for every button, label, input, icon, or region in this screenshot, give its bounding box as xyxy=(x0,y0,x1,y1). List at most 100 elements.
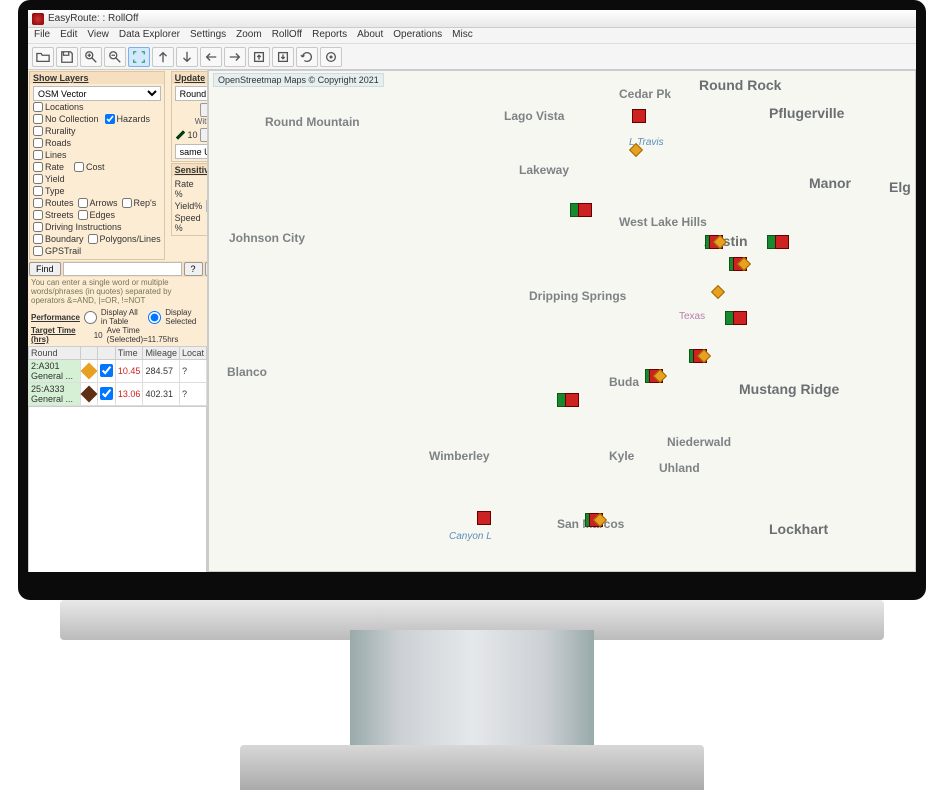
table-row[interactable]: 2:A301 General ... 10.45284.57? xyxy=(29,360,207,383)
col-check[interactable] xyxy=(97,347,115,360)
map-marker[interactable] xyxy=(589,513,605,529)
ave-time-label: Ave Time (Selected)=11.75hrs xyxy=(107,326,204,344)
display-all-radio[interactable] xyxy=(84,311,97,324)
map-marker[interactable] xyxy=(629,143,645,159)
menu-reports[interactable]: Reports xyxy=(312,29,347,42)
round-select[interactable]: Round (blank=Any) xyxy=(175,86,208,101)
map-marker[interactable] xyxy=(733,257,749,273)
monitor-foot xyxy=(240,745,704,790)
city-label: Manor xyxy=(809,175,851,191)
table-row[interactable]: 25:A333 General ... 13.06402.31? xyxy=(29,383,207,406)
chk-type[interactable] xyxy=(33,186,43,196)
col-time[interactable]: Time xyxy=(115,347,143,360)
chk-gpstrail[interactable] xyxy=(33,246,43,256)
lbl-type: Type xyxy=(45,185,65,197)
lbl-reps: Rep's xyxy=(134,197,157,209)
order-button[interactable]: Order xyxy=(200,103,208,117)
menu-settings[interactable]: Settings xyxy=(190,29,226,42)
zoom-out-button[interactable] xyxy=(104,47,126,67)
app-icon xyxy=(32,13,44,25)
map-marker[interactable] xyxy=(649,369,665,385)
save-button[interactable] xyxy=(56,47,78,67)
map-marker[interactable] xyxy=(711,285,727,301)
open-folder-button[interactable] xyxy=(32,47,54,67)
speed-label: Speed % xyxy=(175,213,203,233)
find-help-button[interactable]: ? xyxy=(184,262,203,276)
col-color[interactable] xyxy=(80,347,97,360)
lbl-edges: Edges xyxy=(90,209,116,221)
chk-routes[interactable] xyxy=(33,198,43,208)
pan-down-button[interactable] xyxy=(176,47,198,67)
menu-operations[interactable]: Operations xyxy=(393,29,442,42)
map-marker[interactable] xyxy=(729,311,745,327)
city-label: Cedar Pk xyxy=(619,87,671,101)
menu-bar: File Edit View Data Explorer Settings Zo… xyxy=(28,28,916,44)
chk-driving[interactable] xyxy=(33,222,43,232)
menu-zoom[interactable]: Zoom xyxy=(236,29,262,42)
menu-about[interactable]: About xyxy=(357,29,383,42)
display-all-label: Display All in Table xyxy=(101,308,144,326)
target-button[interactable] xyxy=(320,47,342,67)
col-round[interactable]: Round xyxy=(29,347,81,360)
chk-nocollection[interactable] xyxy=(33,114,43,124)
menu-view[interactable]: View xyxy=(87,29,109,42)
chk-locations[interactable] xyxy=(33,102,43,112)
target-time-label: Target Time (hrs) xyxy=(31,326,90,344)
menu-edit[interactable]: Edit xyxy=(60,29,77,42)
city-label: Niederwald xyxy=(667,435,731,449)
chk-arrows[interactable] xyxy=(78,198,88,208)
menu-misc[interactable]: Misc xyxy=(452,29,473,42)
chk-cost[interactable] xyxy=(74,162,84,172)
rate-label: Rate % xyxy=(175,179,203,199)
pan-right-button[interactable] xyxy=(224,47,246,67)
map-marker[interactable] xyxy=(709,235,725,251)
map-marker[interactable] xyxy=(632,109,648,125)
chk-hazards[interactable] xyxy=(105,114,115,124)
zoom-in-button[interactable] xyxy=(80,47,102,67)
rounds-table[interactable]: Round Time Mileage Locat 2:A301 General … xyxy=(28,346,207,406)
chk-lines[interactable] xyxy=(33,150,43,160)
find-button[interactable]: Find xyxy=(29,262,61,276)
chk-rurality[interactable] xyxy=(33,126,43,136)
layer-source-select[interactable]: OSM Vector xyxy=(33,86,161,101)
map-marker[interactable] xyxy=(477,511,493,527)
row-checkbox[interactable] xyxy=(100,364,113,377)
map-marker[interactable] xyxy=(561,393,577,409)
chk-polygons[interactable] xyxy=(88,234,98,244)
chk-rate[interactable] xyxy=(33,162,43,172)
chk-boundary[interactable] xyxy=(33,234,43,244)
sensitivity-heading: Sensitivity xyxy=(172,164,208,176)
chk-yield[interactable] xyxy=(33,174,43,184)
map-viewport[interactable]: Round RockCedar PkPflugervilleLago Vista… xyxy=(208,70,916,572)
menu-rolloff[interactable]: RollOff xyxy=(272,29,302,42)
doc-up-button[interactable] xyxy=(248,47,270,67)
usrn-select[interactable]: same USRN xyxy=(175,144,208,159)
map-marker[interactable] xyxy=(693,349,709,365)
col-mileage[interactable]: Mileage xyxy=(143,347,180,360)
find-input[interactable] xyxy=(63,262,182,276)
water-label: Canyon L xyxy=(449,531,492,542)
order-button-2[interactable]: Order xyxy=(200,128,208,142)
city-label: Wimberley xyxy=(429,449,490,463)
yield-label: Yield% xyxy=(175,201,203,211)
chk-roads[interactable] xyxy=(33,138,43,148)
doc-down-button[interactable] xyxy=(272,47,294,67)
chk-edges[interactable] xyxy=(78,210,88,220)
map-marker[interactable] xyxy=(771,235,787,251)
map-canvas[interactable]: Round RockCedar PkPflugervilleLago Vista… xyxy=(209,71,915,571)
city-label: Round Mountain xyxy=(265,115,360,129)
map-marker[interactable] xyxy=(574,203,590,219)
chk-streets[interactable] xyxy=(33,210,43,220)
menu-data-explorer[interactable]: Data Explorer xyxy=(119,29,180,42)
display-selected-radio[interactable] xyxy=(148,311,161,324)
zoom-extents-button[interactable] xyxy=(128,47,150,67)
pan-left-button[interactable] xyxy=(200,47,222,67)
menu-file[interactable]: File xyxy=(34,29,50,42)
col-locat[interactable]: Locat xyxy=(179,347,206,360)
city-label: Johnson City xyxy=(229,231,305,245)
row-checkbox[interactable] xyxy=(100,387,113,400)
refresh-button[interactable] xyxy=(296,47,318,67)
display-selected-label: Display Selected xyxy=(165,308,204,326)
chk-reps[interactable] xyxy=(122,198,132,208)
pan-up-button[interactable] xyxy=(152,47,174,67)
